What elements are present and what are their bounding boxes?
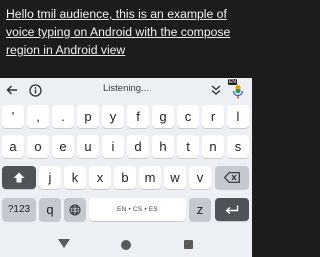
key-s[interactable]: s [227,135,249,158]
soft-keyboard: Listening... EN ' , . p y f g c r l a o … [0,78,252,232]
key-t[interactable]: t [177,135,199,158]
key-k[interactable]: k [64,166,86,189]
globe-icon [69,204,81,215]
shift-key[interactable] [2,166,36,189]
key-n[interactable]: n [202,135,224,158]
key-v[interactable]: v [189,166,211,189]
key-d[interactable]: d [127,135,149,158]
key-g[interactable]: g [152,105,174,128]
backspace-key[interactable] [215,166,249,189]
double-chevron-down-icon[interactable] [207,81,225,99]
key-q[interactable]: q [39,198,61,221]
key-r[interactable]: r [202,105,224,128]
nav-recents-icon[interactable] [184,240,193,249]
key-c[interactable]: c [177,105,199,128]
key-e[interactable]: e [52,135,74,158]
key-f[interactable]: f [127,105,149,128]
key-period[interactable]: . [52,105,74,128]
microphone-button[interactable]: EN [228,79,247,100]
editor-text: Hello tmil audience, this is an example … [6,7,231,57]
key-o[interactable]: o [27,135,49,158]
keyboard-toolbar: Listening... EN [0,78,252,101]
backspace-icon [224,172,240,183]
key-u[interactable]: u [77,135,99,158]
key-p[interactable]: p [77,105,99,128]
text-editor[interactable]: Hello tmil audience, this is an example … [0,0,252,78]
key-m[interactable]: m [139,166,161,189]
nav-back-icon[interactable] [58,239,70,248]
key-a[interactable]: a [2,135,24,158]
key-apostrophe[interactable]: ' [2,105,24,128]
space-bar[interactable]: EN • CS • ES [89,198,186,221]
key-x[interactable]: x [89,166,111,189]
enter-icon [225,205,239,214]
key-i[interactable]: i [102,135,124,158]
key-l[interactable]: l [227,105,249,128]
key-z[interactable]: z [189,198,211,221]
enter-key[interactable] [215,198,249,221]
globe-key[interactable] [64,198,86,221]
shift-icon [13,172,25,183]
key-b[interactable]: b [114,166,136,189]
key-j[interactable]: j [39,166,61,189]
key-h[interactable]: h [152,135,174,158]
microphone-icon [232,85,244,99]
key-comma[interactable]: , [27,105,49,128]
key-w[interactable]: w [164,166,186,189]
nav-home-icon[interactable] [121,240,131,250]
symbols-key[interactable]: ?123 [2,198,36,221]
key-y[interactable]: y [102,105,124,128]
system-nav-bar [0,232,252,257]
